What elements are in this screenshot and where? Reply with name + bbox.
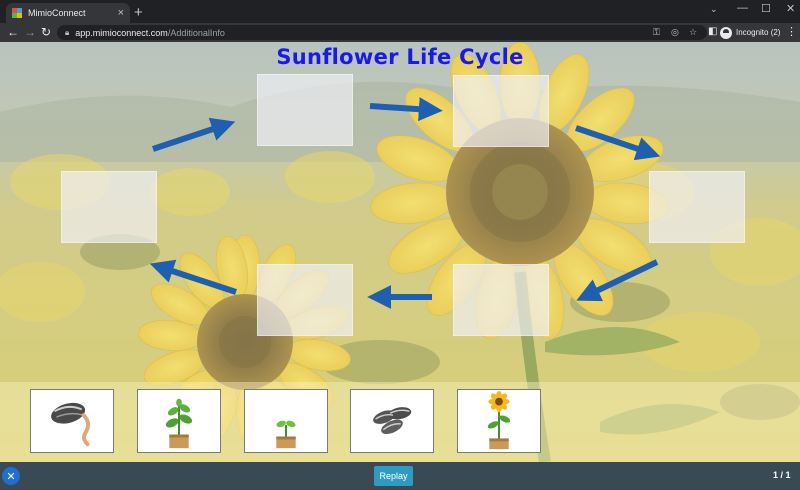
sunflower-icon xyxy=(487,390,511,450)
browser-toolbar: ← → ↻ 🔒︎ app.mimioconnect.com/Additional… xyxy=(0,23,800,42)
browser-tab[interactable]: MimioConnect × xyxy=(6,3,130,23)
minimize-icon[interactable]: — xyxy=(737,2,748,14)
arrow-top-left-to-top-right xyxy=(369,97,443,122)
url-host: app.mimioconnect.com xyxy=(75,27,168,38)
card-seeds[interactable] xyxy=(350,389,434,453)
lock-icon: 🔒︎ xyxy=(65,27,70,37)
arrow-right-to-bottom-right xyxy=(576,259,659,302)
eye-off-icon[interactable]: ◎ xyxy=(671,27,679,38)
tab-search-icon[interactable]: ⌄ xyxy=(710,4,718,15)
card-sprouting-seed[interactable] xyxy=(30,389,114,453)
exit-icon[interactable]: ✕ xyxy=(2,467,20,485)
key-icon[interactable]: ⚿ xyxy=(653,27,660,38)
activity-stage: Sunflower Life Cycle xyxy=(0,42,800,462)
drop-slot-bottom-left[interactable] xyxy=(257,264,353,336)
address-bar[interactable]: 🔒︎ app.mimioconnect.com/AdditionalInfo ⚿… xyxy=(57,25,707,40)
drop-slot-bottom-right[interactable] xyxy=(453,264,549,336)
young-plant-icon xyxy=(165,398,193,449)
drop-slot-top-left[interactable] xyxy=(257,74,353,146)
seedling-icon xyxy=(276,420,296,449)
seeds-icon xyxy=(373,407,412,435)
bookmark-star-icon[interactable]: ☆ xyxy=(689,27,697,38)
card-seedling[interactable] xyxy=(244,389,328,453)
card-tray xyxy=(0,382,800,462)
card-young-plant[interactable] xyxy=(137,389,221,453)
tab-close-icon[interactable]: × xyxy=(118,7,124,19)
card-sunflower[interactable] xyxy=(457,389,541,453)
browser-tabstrip: MimioConnect × + ⌄ — ☐ ✕ xyxy=(0,0,800,23)
mimio-favicon-icon xyxy=(12,8,22,18)
forward-arrow-icon[interactable]: → xyxy=(24,24,36,41)
arrow-bottom-left-to-left xyxy=(149,259,237,295)
drop-slot-right[interactable] xyxy=(649,171,745,243)
maximize-icon[interactable]: ☐ xyxy=(761,2,771,15)
drop-slot-left[interactable] xyxy=(61,171,157,243)
side-panel-icon[interactable]: ◧ xyxy=(708,26,717,37)
reload-icon[interactable]: ↻ xyxy=(41,24,51,41)
back-arrow-icon[interactable]: ← xyxy=(7,24,19,41)
tab-title: MimioConnect xyxy=(28,8,86,18)
new-tab-button[interactable]: + xyxy=(134,5,143,20)
window-close-icon[interactable]: ✕ xyxy=(786,2,795,15)
profile-label: Incognito (2) xyxy=(736,28,781,37)
page-indicator: 1 / 1 xyxy=(773,470,791,480)
url-path: /AdditionalInfo xyxy=(167,27,225,38)
incognito-profile[interactable]: Incognito (2) xyxy=(720,25,780,40)
menu-dots-icon[interactable]: ⋮ xyxy=(786,25,797,38)
arrow-left-to-top-left xyxy=(152,117,236,152)
replay-button[interactable]: Replay xyxy=(374,466,413,486)
sprouting-seed-icon xyxy=(51,402,90,447)
arrow-top-right-to-right xyxy=(575,125,661,161)
player-footer: ✕ Replay 1 / 1 xyxy=(0,462,800,490)
drop-slot-top-right[interactable] xyxy=(453,75,549,147)
incognito-icon xyxy=(720,26,732,39)
